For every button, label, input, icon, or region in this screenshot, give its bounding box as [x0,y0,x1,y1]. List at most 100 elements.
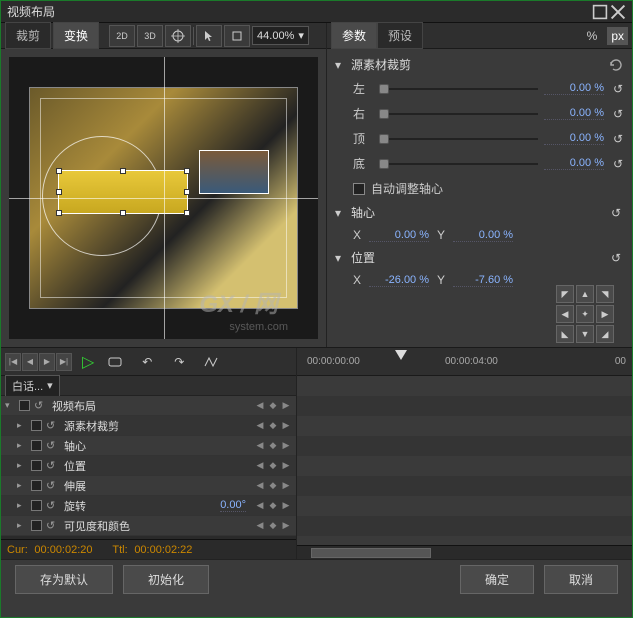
go-start-button[interactable]: |◀ [5,353,21,371]
crop-handle-s[interactable] [120,210,126,216]
slider-top[interactable] [379,134,538,144]
go-end-button[interactable]: ▶| [56,353,72,371]
track-enable-checkbox[interactable] [31,440,42,451]
crop-handle-n[interactable] [120,168,126,174]
slider-left[interactable] [379,84,538,94]
playhead-icon[interactable] [395,350,407,362]
track-pivot[interactable]: ▸ ↺ 轴心 ◀◆▶ [1,436,296,456]
tab-transform[interactable]: 变换 [53,22,99,49]
track-enable-checkbox[interactable] [31,520,42,531]
disclosure-triangle-icon[interactable]: ▾ [5,400,15,411]
next-kf-icon[interactable]: ▶ [280,480,292,492]
crop-tool-button[interactable] [224,25,250,47]
nav-center[interactable]: ✦ [576,305,594,323]
param-value[interactable]: 0.00 % [544,82,604,95]
play-button[interactable]: ▷ [82,352,94,372]
loop-button[interactable] [104,352,126,372]
add-kf-icon[interactable]: ◆ [267,440,279,452]
disclosure-triangle-icon[interactable]: ▸ [17,480,27,491]
prev-kf-icon[interactable]: ◀ [254,520,266,532]
crop-handle-nw[interactable] [56,168,62,174]
group-pivot[interactable]: ▾ 轴心 ↺ [333,201,626,224]
crop-handle-sw[interactable] [56,210,62,216]
revert-icon[interactable]: ↺ [610,132,626,146]
nav-sw[interactable]: ◣ [556,325,574,343]
track-enable-checkbox[interactable] [31,460,42,471]
param-value[interactable]: 0.00 % [544,132,604,145]
prev-kf-icon[interactable]: ◀ [254,480,266,492]
curve-editor-button[interactable] [200,352,222,372]
track-scale[interactable]: ▸ ↺ 伸展 ◀◆▶ [1,476,296,496]
nav-n[interactable]: ▲ [576,285,594,303]
window-maximize-icon[interactable] [592,5,608,19]
track-rotate[interactable]: ▸ ↺ 旋转 0.00° ◀◆▶ [1,496,296,516]
track-position[interactable]: ▸ ↺ 位置 ◀◆▶ [1,456,296,476]
zoom-level[interactable]: 44.00% ▾ [252,26,309,45]
next-kf-icon[interactable]: ▶ [280,400,292,412]
disclosure-triangle-icon[interactable]: ▸ [17,440,27,451]
revert-icon[interactable]: ↺ [608,206,624,220]
tab-crop[interactable]: 裁剪 [5,22,51,49]
add-kf-icon[interactable]: ◆ [267,420,279,432]
next-kf-icon[interactable]: ▶ [280,460,292,472]
next-kf-icon[interactable]: ▶ [280,440,292,452]
track-enable-checkbox[interactable] [19,400,30,411]
prev-kf-icon[interactable]: ◀ [254,500,266,512]
revert-icon[interactable]: ↺ [610,107,626,121]
crop-handle-ne[interactable] [184,168,190,174]
mode-3d-button[interactable]: 3D [137,25,163,47]
auto-pivot-checkbox[interactable] [353,183,365,195]
prev-kf-icon[interactable]: ◀ [254,420,266,432]
revert-icon[interactable] [608,58,624,72]
center-guide-button[interactable] [165,25,191,47]
preview-canvas[interactable]: GX / 网 system.com [9,57,318,339]
track-root[interactable]: ▾ ↺ 视频布局 ◀◆▶ [1,396,296,416]
timeline-ruler[interactable]: 00:00:00:00 00:00:04:00 00 [297,348,632,376]
add-kf-icon[interactable]: ◆ [267,500,279,512]
position-y-value[interactable]: -7.60 % [453,274,513,287]
revert-icon[interactable]: ↺ [46,499,60,512]
pivot-x-value[interactable]: 0.00 % [369,229,429,242]
disclosure-triangle-icon[interactable]: ▸ [17,420,27,431]
revert-icon[interactable]: ↺ [610,157,626,171]
crop-handle-w[interactable] [56,189,62,195]
track-rotate-value[interactable]: 0.00° [220,499,246,512]
ok-button[interactable]: 确定 [460,565,534,594]
prev-kf-icon[interactable]: ◀ [254,400,266,412]
save-default-button[interactable]: 存为默认 [15,565,113,594]
position-x-value[interactable]: -26.00 % [369,274,429,287]
track-source-crop[interactable]: ▸ ↺ 源素材裁剪 ◀◆▶ [1,416,296,436]
cancel-button[interactable]: 取消 [544,565,618,594]
revert-icon[interactable]: ↺ [46,479,60,492]
revert-icon[interactable]: ↺ [46,519,60,532]
timeline-scrollbar[interactable] [297,545,632,559]
revert-icon[interactable]: ↺ [608,251,624,265]
nav-nw[interactable]: ◤ [556,285,574,303]
revert-icon[interactable]: ↺ [46,439,60,452]
nav-se[interactable]: ◢ [596,325,614,343]
reset-button[interactable]: 初始化 [123,565,209,594]
nav-w[interactable]: ◀ [556,305,574,323]
mode-2d-button[interactable]: 2D [109,25,135,47]
nav-e[interactable]: ▶ [596,305,614,323]
step-back-button[interactable]: ◀ [22,353,38,371]
pivot-y-value[interactable]: 0.00 % [453,229,513,242]
nav-ne[interactable]: ◥ [596,285,614,303]
tab-params[interactable]: 参数 [331,22,377,49]
disclosure-triangle-icon[interactable]: ▸ [17,500,27,511]
prev-kf-icon[interactable]: ◀ [254,440,266,452]
pointer-tool-button[interactable] [196,25,222,47]
slider-bottom[interactable] [379,159,538,169]
group-position[interactable]: ▾ 位置 ↺ [333,246,626,269]
next-kf-icon[interactable]: ▶ [280,520,292,532]
revert-icon[interactable]: ↺ [34,399,48,412]
param-value[interactable]: 0.00 % [544,157,604,170]
track-enable-checkbox[interactable] [31,420,42,431]
undo-button[interactable]: ↶ [136,352,158,372]
nav-s[interactable]: ▼ [576,325,594,343]
next-kf-icon[interactable]: ▶ [280,420,292,432]
step-fwd-button[interactable]: ▶ [39,353,55,371]
track-visibility[interactable]: ▸ ↺ 可见度和颜色 ◀◆▶ [1,516,296,536]
track-enable-checkbox[interactable] [31,480,42,491]
track-enable-checkbox[interactable] [31,500,42,511]
